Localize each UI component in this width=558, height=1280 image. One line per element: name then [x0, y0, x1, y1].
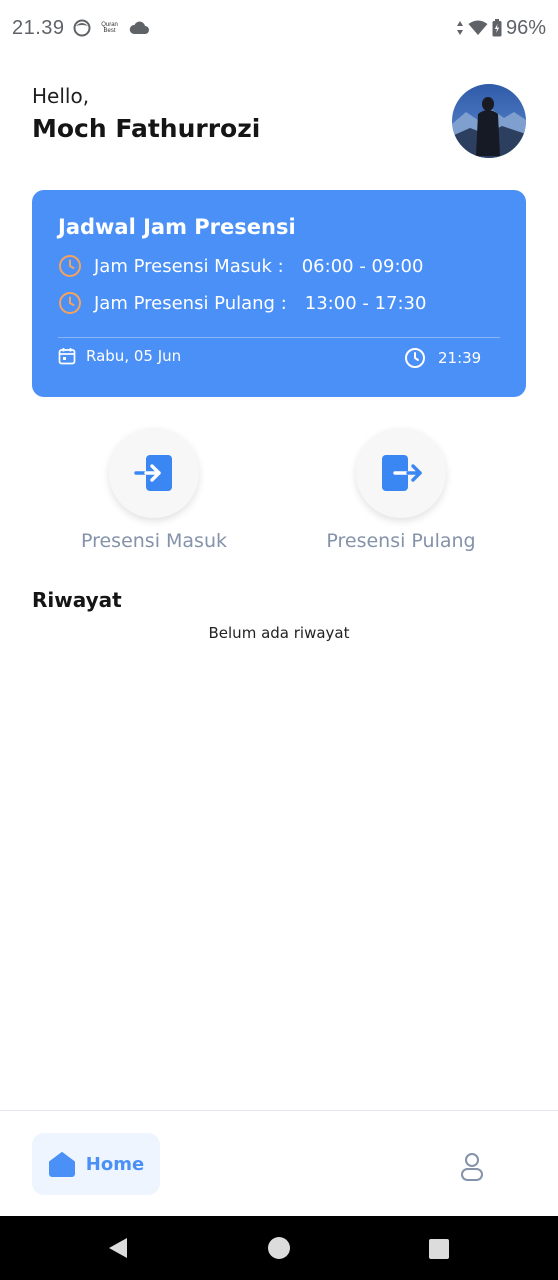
- schedule-time: 21:39: [404, 347, 481, 369]
- nav-home-tab[interactable]: Home: [32, 1133, 160, 1195]
- nav-profile-tab[interactable]: [452, 1147, 492, 1187]
- presensi-pulang-button[interactable]: [356, 428, 446, 518]
- face-icon: [73, 19, 91, 37]
- user-icon: [461, 1153, 483, 1181]
- cloud-icon: [129, 21, 149, 35]
- user-name: Moch Fathurrozi: [32, 114, 261, 143]
- avatar[interactable]: [452, 84, 526, 158]
- calendar-icon: [58, 347, 76, 365]
- recent-apps-icon[interactable]: [428, 1238, 450, 1260]
- clock-outline-icon: [58, 254, 82, 278]
- nav-home-label[interactable]: Home: [86, 1154, 144, 1175]
- schedule-date: Rabu, 05 Jun: [58, 347, 181, 365]
- quran-app-notification-icon: Quran Best: [99, 22, 121, 34]
- schedule-row-masuk: Jam Presensi Masuk : 06:00 - 09:00: [58, 254, 423, 278]
- system-navigation-bar: [0, 1216, 558, 1280]
- home-icon: [48, 1152, 75, 1177]
- status-bar: 21.39 Quran Best 96%: [0, 0, 558, 56]
- history-title: Riwayat: [32, 588, 122, 612]
- presensi-masuk-action[interactable]: Presensi Masuk: [54, 428, 254, 552]
- schedule-row-label: Jam Presensi Masuk :: [94, 255, 284, 277]
- presensi-masuk-button[interactable]: [109, 428, 199, 518]
- presensi-pulang-label[interactable]: Presensi Pulang: [301, 530, 501, 552]
- wifi-icon: [468, 20, 488, 36]
- schedule-row-label: Jam Presensi Pulang :: [94, 292, 287, 314]
- presensi-pulang-action[interactable]: Presensi Pulang: [301, 428, 501, 552]
- schedule-row-value: 13:00 - 17:30: [304, 292, 427, 314]
- schedule-row-pulang: Jam Presensi Pulang : 13:00 - 17:30: [58, 291, 426, 315]
- battery-percentage: 96%: [505, 16, 546, 39]
- back-icon[interactable]: [106, 1236, 130, 1260]
- battery-icon: [492, 19, 502, 37]
- greeting-text: Hello,: [32, 84, 90, 108]
- status-left: 21.39 Quran Best: [12, 17, 149, 40]
- clock-outline-icon: [58, 291, 82, 315]
- card-divider: [58, 337, 500, 338]
- home-circle-icon[interactable]: [267, 1236, 291, 1260]
- status-right: 96%: [456, 17, 546, 40]
- data-arrows-icon: [456, 20, 464, 36]
- schedule-date-text: Rabu, 05 Jun: [86, 347, 182, 365]
- login-icon: [134, 455, 172, 491]
- status-time: 21.39: [12, 16, 65, 39]
- schedule-row-value: 06:00 - 09:00: [301, 255, 424, 277]
- bottom-nav: Home: [0, 1110, 558, 1216]
- schedule-time-text: 21:39: [438, 349, 482, 367]
- quran-label-line2: Best: [103, 28, 116, 34]
- schedule-title: Jadwal Jam Presensi: [58, 215, 296, 239]
- logout-icon: [382, 455, 422, 491]
- clock-icon: [404, 347, 426, 369]
- history-empty-text: Belum ada riwayat: [208, 624, 350, 642]
- presensi-masuk-label[interactable]: Presensi Masuk: [54, 530, 254, 552]
